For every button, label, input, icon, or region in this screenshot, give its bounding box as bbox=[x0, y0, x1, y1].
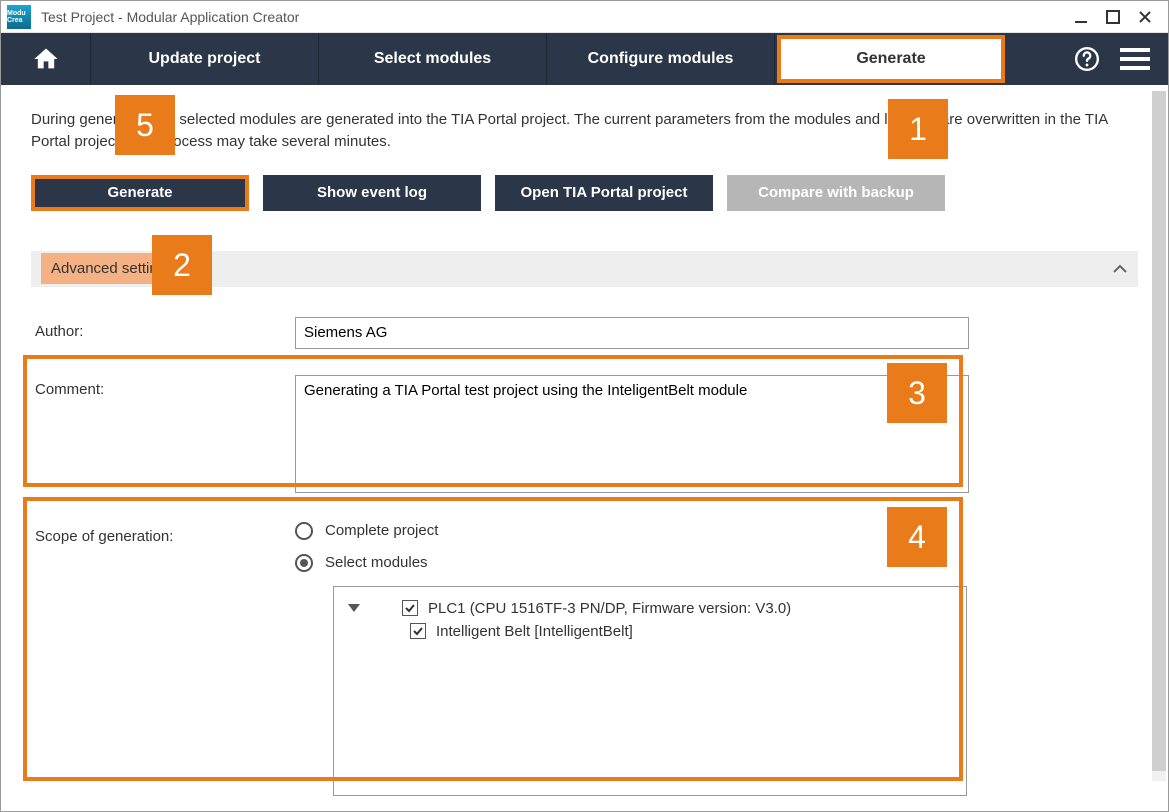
open-tia-portal-button[interactable]: Open TIA Portal project bbox=[495, 175, 713, 211]
main-content: During generation the selected modules a… bbox=[1, 85, 1168, 811]
home-button[interactable] bbox=[1, 33, 91, 85]
navbar: Update project Select modules Configure … bbox=[1, 33, 1168, 85]
page-description: During generation the selected modules a… bbox=[31, 109, 1138, 153]
radio-select-modules[interactable]: Select modules bbox=[295, 554, 1134, 572]
callout-2: 2 bbox=[152, 235, 212, 295]
app-logo: Modu Crea bbox=[7, 5, 31, 29]
tab-select-modules[interactable]: Select modules bbox=[319, 33, 547, 85]
show-event-log-button[interactable]: Show event log bbox=[263, 175, 481, 211]
module-tree[interactable]: PLC1 (CPU 1516TF-3 PN/DP, Firmware versi… bbox=[333, 586, 967, 796]
comment-textarea[interactable] bbox=[295, 375, 969, 493]
tree-row-module[interactable]: Intelligent Belt [IntelligentBelt] bbox=[348, 620, 952, 643]
window-controls bbox=[1072, 8, 1162, 26]
settings-form: Author: Comment: Scope of generation: Co… bbox=[31, 317, 1138, 806]
compare-backup-button: Compare with backup bbox=[727, 175, 945, 211]
tree-label-plc: PLC1 (CPU 1516TF-3 PN/DP, Firmware versi… bbox=[428, 600, 791, 617]
radio-label: Select modules bbox=[325, 554, 428, 571]
chevron-up-icon bbox=[1112, 261, 1128, 277]
close-button[interactable] bbox=[1136, 8, 1154, 26]
scope-label: Scope of generation: bbox=[35, 522, 295, 545]
hamburger-menu-icon[interactable] bbox=[1120, 48, 1150, 70]
radio-complete-project[interactable]: Complete project bbox=[295, 522, 1134, 540]
window-title: Test Project - Modular Application Creat… bbox=[41, 9, 299, 25]
tab-update-project[interactable]: Update project bbox=[91, 33, 319, 85]
radio-icon bbox=[295, 522, 313, 540]
generate-button[interactable]: Generate bbox=[31, 175, 249, 211]
tree-collapse-icon[interactable] bbox=[348, 604, 360, 612]
author-input[interactable] bbox=[295, 317, 969, 349]
callout-5: 5 bbox=[115, 95, 175, 155]
checkbox-module[interactable] bbox=[410, 623, 426, 639]
callout-1: 1 bbox=[888, 99, 948, 159]
tab-generate[interactable]: Generate bbox=[777, 35, 1005, 83]
action-button-row: Generate Show event log Open TIA Portal … bbox=[31, 175, 1138, 211]
tree-label-module: Intelligent Belt [IntelligentBelt] bbox=[436, 623, 633, 640]
tree-row-plc[interactable]: PLC1 (CPU 1516TF-3 PN/DP, Firmware versi… bbox=[348, 597, 952, 620]
author-label: Author: bbox=[35, 317, 295, 340]
tab-configure-modules[interactable]: Configure modules bbox=[547, 33, 775, 85]
help-icon[interactable] bbox=[1074, 46, 1100, 72]
maximize-button[interactable] bbox=[1104, 8, 1122, 26]
radio-icon-selected bbox=[295, 554, 313, 572]
home-icon bbox=[32, 45, 60, 73]
callout-4: 4 bbox=[887, 507, 947, 567]
callout-3: 3 bbox=[887, 363, 947, 423]
comment-label: Comment: bbox=[35, 375, 295, 398]
radio-label: Complete project bbox=[325, 522, 438, 539]
minimize-button[interactable] bbox=[1072, 8, 1090, 26]
titlebar: Modu Crea Test Project - Modular Applica… bbox=[1, 1, 1168, 33]
checkbox-plc[interactable] bbox=[402, 600, 418, 616]
